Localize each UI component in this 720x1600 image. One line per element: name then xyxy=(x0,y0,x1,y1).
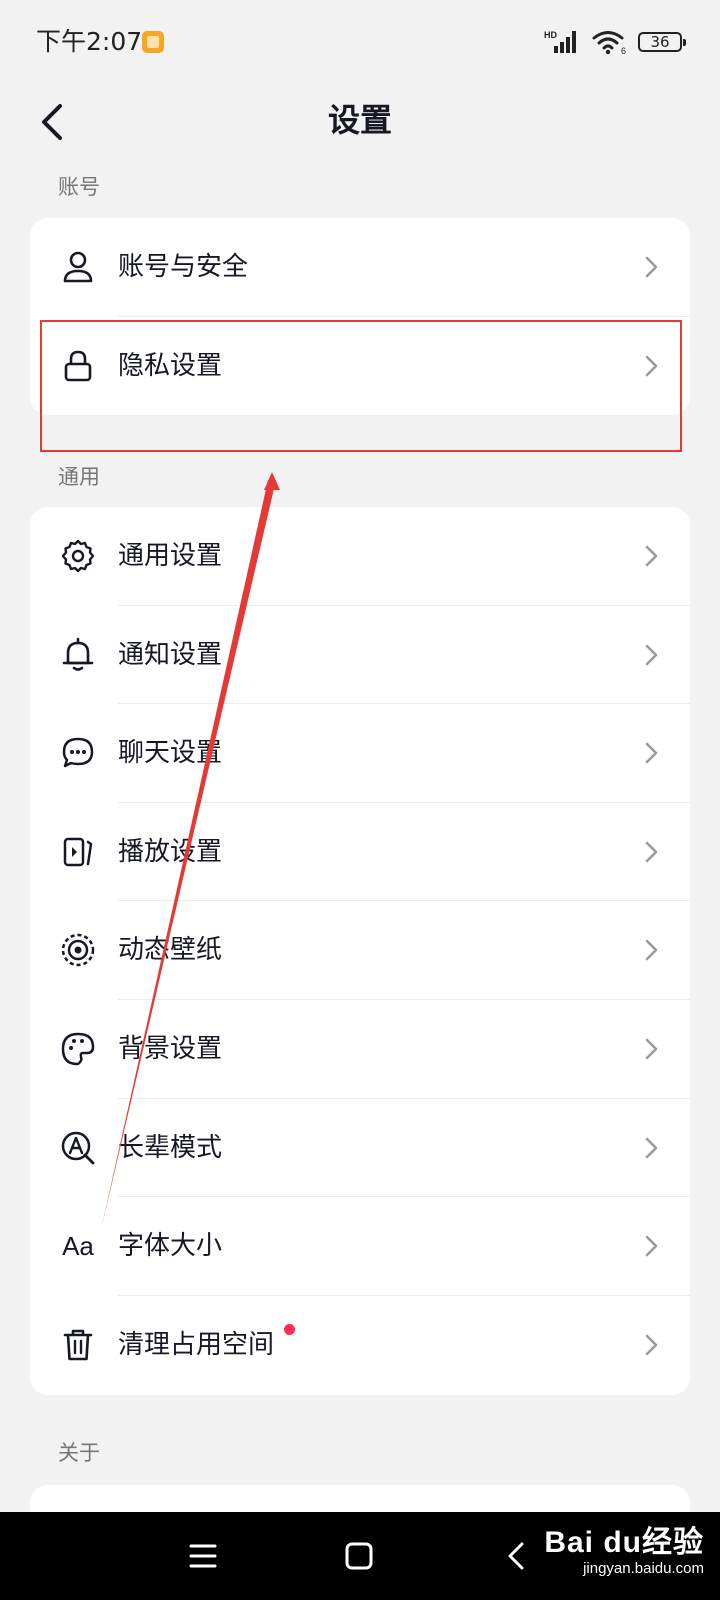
settings-row-account-security[interactable]: 账号与安全 xyxy=(30,218,690,317)
chevron-right-icon xyxy=(645,841,658,863)
row-label: 账号与安全 xyxy=(118,252,249,282)
account-card: 账号与安全 隐私设置 xyxy=(30,218,690,415)
settings-row-general[interactable]: 通用设置 xyxy=(30,507,690,606)
settings-row-notifications[interactable]: 通知设置 xyxy=(30,606,690,705)
new-badge-dot xyxy=(284,1323,295,1335)
general-card: 通用设置 通知设置 聊天设置 播放设置 动态壁纸 背景设置 长辈模式 Aa 字体… xyxy=(30,507,690,1395)
section-title-general: 通用 xyxy=(58,465,100,489)
settings-screen: 下午2:07 HD 6 36 设置 账号 账号与安全 隐私设置 通用 通用设置 … xyxy=(0,0,720,1600)
bell-icon xyxy=(54,631,102,679)
user-icon xyxy=(54,243,102,291)
signal-icon: HD xyxy=(544,30,576,53)
menu-icon xyxy=(189,1544,217,1568)
page-title: 设置 xyxy=(327,101,392,139)
settings-row-clear-storage[interactable]: 清理占用空间 xyxy=(30,1296,690,1395)
chevron-right-icon xyxy=(645,1137,658,1158)
status-icons: HD 6 36 xyxy=(544,28,686,56)
play-icon xyxy=(54,828,102,876)
settings-row-privacy[interactable]: 隐私设置 xyxy=(30,317,690,415)
section-title-account: 账号 xyxy=(58,175,100,199)
status-bar: 下午2:07 HD 6 36 xyxy=(0,0,720,84)
chevron-right-icon xyxy=(645,940,658,961)
network-hd-label: HD xyxy=(544,30,557,40)
settings-row-chat[interactable]: 聊天设置 xyxy=(30,704,690,803)
row-label: 播放设置 xyxy=(118,836,223,867)
settings-row-live-wallpaper[interactable]: 动态壁纸 xyxy=(30,901,690,1000)
row-label: 通知设置 xyxy=(118,639,223,670)
row-label: 长辈模式 xyxy=(118,1132,223,1163)
settings-row-background[interactable]: 背景设置 xyxy=(30,1000,690,1099)
palette-icon xyxy=(54,1025,102,1073)
chevron-right-icon xyxy=(645,256,658,278)
battery-icon: 36 xyxy=(638,32,686,52)
baidu-jingyan-watermark: Bai du经验 jingyan.baidu.com xyxy=(544,1526,704,1578)
row-label: 通用设置 xyxy=(118,541,223,571)
chevron-right-icon xyxy=(645,1334,658,1356)
row-label: 字体大小 xyxy=(118,1231,223,1262)
nav-menu-button[interactable] xyxy=(181,1534,225,1578)
chat-bubble-icon xyxy=(54,729,102,777)
wifi-icon: 6 xyxy=(592,31,626,55)
home-square-icon xyxy=(345,1542,373,1570)
gear-icon xyxy=(54,532,102,580)
row-label: 背景设置 xyxy=(118,1033,223,1064)
row-label: 聊天设置 xyxy=(118,738,223,769)
back-triangle-icon xyxy=(508,1542,524,1570)
trash-icon xyxy=(54,1321,102,1369)
settings-row-font-size[interactable]: Aa 字体大小 xyxy=(30,1197,690,1296)
elder-mode-icon xyxy=(54,1124,102,1172)
chevron-right-icon xyxy=(645,1038,658,1060)
row-label: 动态壁纸 xyxy=(118,935,223,966)
section-title-about: 关于 xyxy=(58,1441,100,1465)
nav-home-button[interactable] xyxy=(337,1534,381,1578)
chevron-right-icon xyxy=(645,355,658,376)
font-size-icon: Aa xyxy=(62,1230,94,1261)
nav-back-button[interactable] xyxy=(494,1534,538,1578)
system-nav-bar: Bai du经验 jingyan.baidu.com xyxy=(0,1512,720,1600)
status-time: 下午2:07 xyxy=(36,27,143,56)
chevron-right-icon xyxy=(645,644,658,665)
notification-app-icon xyxy=(142,31,164,53)
chevron-right-icon xyxy=(645,1235,658,1257)
header: 设置 xyxy=(0,84,720,184)
row-label: 清理占用空间 xyxy=(118,1329,275,1360)
wifi-version-label: 6 xyxy=(621,46,626,55)
row-label: 隐私设置 xyxy=(118,350,223,381)
settings-row-elder-mode[interactable]: 长辈模式 xyxy=(30,1099,690,1198)
watermark-main: Bai du经验 xyxy=(544,1526,704,1559)
live-wallpaper-icon xyxy=(54,926,102,974)
chevron-right-icon xyxy=(645,742,658,764)
lock-icon xyxy=(54,342,102,390)
settings-row-playback[interactable]: 播放设置 xyxy=(30,803,690,902)
chevron-right-icon xyxy=(645,545,658,567)
watermark-url: jingyan.baidu.com xyxy=(583,1560,704,1577)
